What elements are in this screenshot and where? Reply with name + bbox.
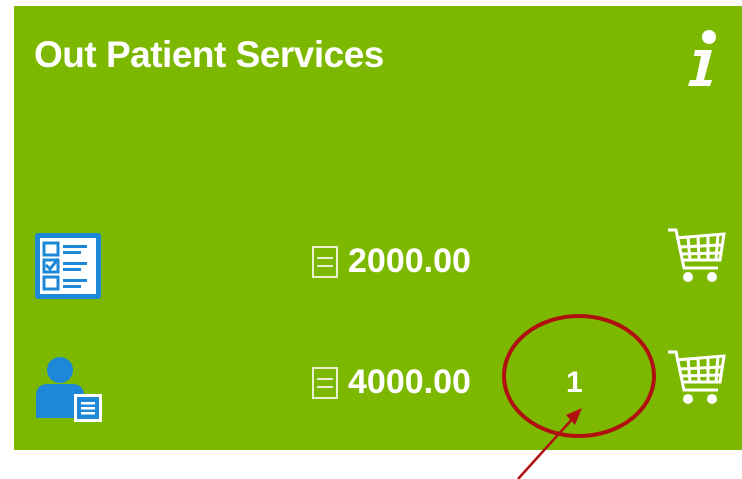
panel-title: Out Patient Services bbox=[34, 34, 384, 75]
add-to-cart-icon[interactable] bbox=[666, 346, 728, 408]
service-panel: Out Patient Services 2000.00 4000.00 1 bbox=[14, 6, 742, 450]
price-row-2: 4000.00 bbox=[312, 363, 471, 402]
quantity-count: 1 bbox=[566, 366, 583, 399]
currency-icon bbox=[312, 366, 338, 399]
add-to-cart-icon[interactable] bbox=[666, 224, 728, 286]
price-value: 2000.00 bbox=[348, 242, 471, 280]
price-value: 4000.00 bbox=[348, 363, 471, 401]
info-icon[interactable] bbox=[682, 28, 726, 88]
checklist-icon bbox=[35, 233, 101, 299]
currency-icon bbox=[312, 245, 338, 278]
patient-record-icon bbox=[36, 357, 102, 422]
price-row-1: 2000.00 bbox=[312, 242, 471, 281]
